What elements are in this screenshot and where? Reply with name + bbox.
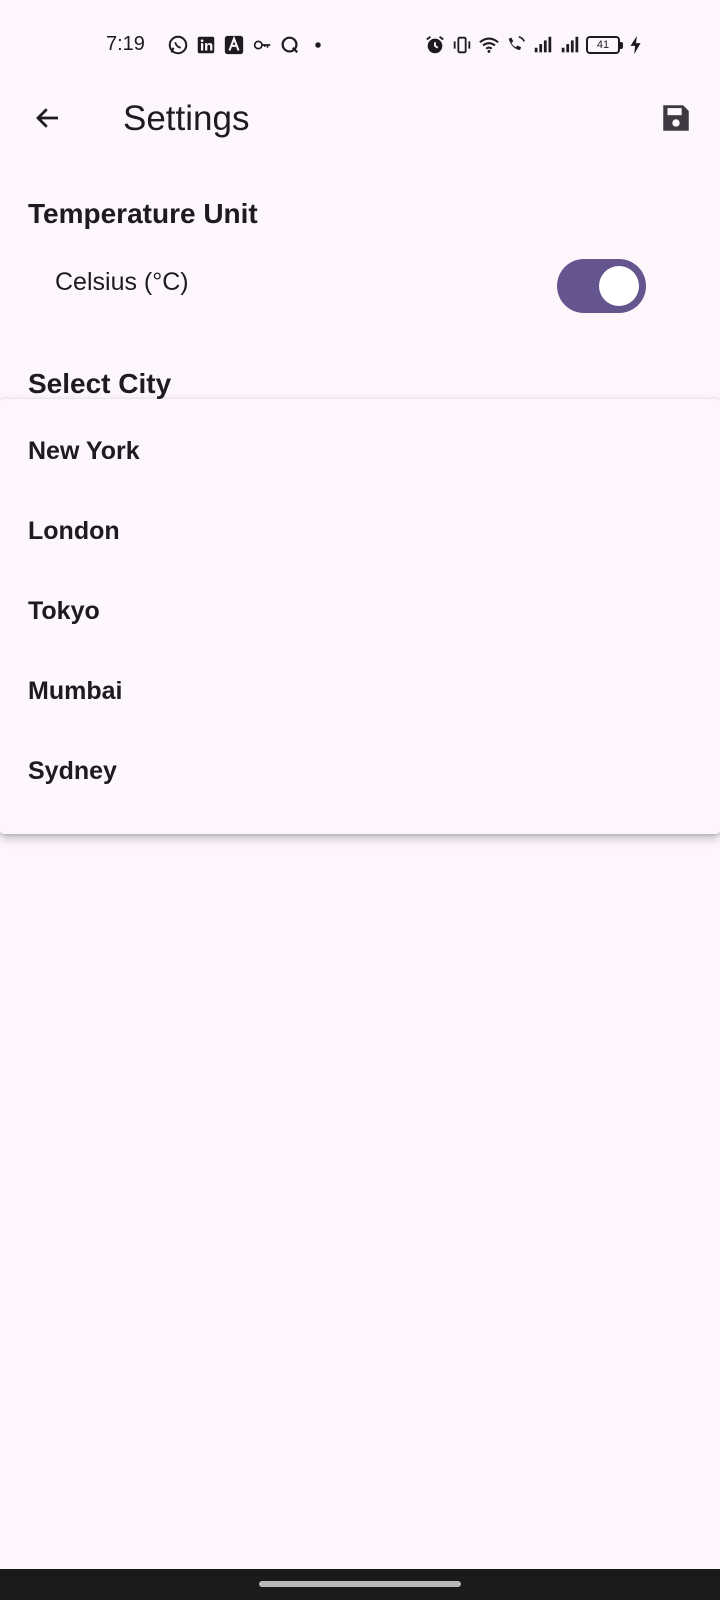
arrow-back-icon [33,103,63,138]
toggle-thumb [599,266,639,306]
a-app-icon [223,34,245,56]
navigation-bar [0,1569,720,1600]
vibrate-icon [451,34,473,56]
wifi-call-icon [505,34,527,56]
whatsapp-icon [167,34,189,56]
celsius-toggle[interactable] [557,259,646,313]
signal-icon [532,34,554,56]
app-bar: Settings [0,90,720,150]
back-button[interactable] [24,98,72,142]
notification-icons [167,34,329,56]
status-bar: 7:19 41 [0,0,720,90]
city-option[interactable]: New York [0,411,720,491]
celsius-label: Celsius (°C) [55,268,189,296]
key-vpn-icon [251,34,273,56]
dot-icon [307,34,329,56]
city-option[interactable]: Tokyo [0,571,720,651]
city-option[interactable]: Mumbai [0,651,720,731]
linkedin-icon [195,34,217,56]
save-icon [659,101,693,140]
home-gesture-handle[interactable] [259,1581,461,1587]
page-title: Settings [123,99,250,138]
system-icons: 41 [424,34,647,56]
alarm-icon [424,34,446,56]
city-option[interactable]: London [0,491,720,571]
signal-icon [559,34,581,56]
save-button[interactable] [654,98,698,142]
city-option[interactable]: Sydney [0,731,720,811]
q-app-icon [279,34,301,56]
status-time: 7:19 [106,33,145,55]
wifi-icon [478,34,500,56]
battery-indicator: 41 [586,36,623,54]
charging-icon [625,34,647,56]
select-city-heading: Select City [28,368,172,399]
temperature-unit-heading: Temperature Unit [28,198,258,229]
city-dropdown-menu: New York London Tokyo Mumbai Sydney [0,399,720,834]
